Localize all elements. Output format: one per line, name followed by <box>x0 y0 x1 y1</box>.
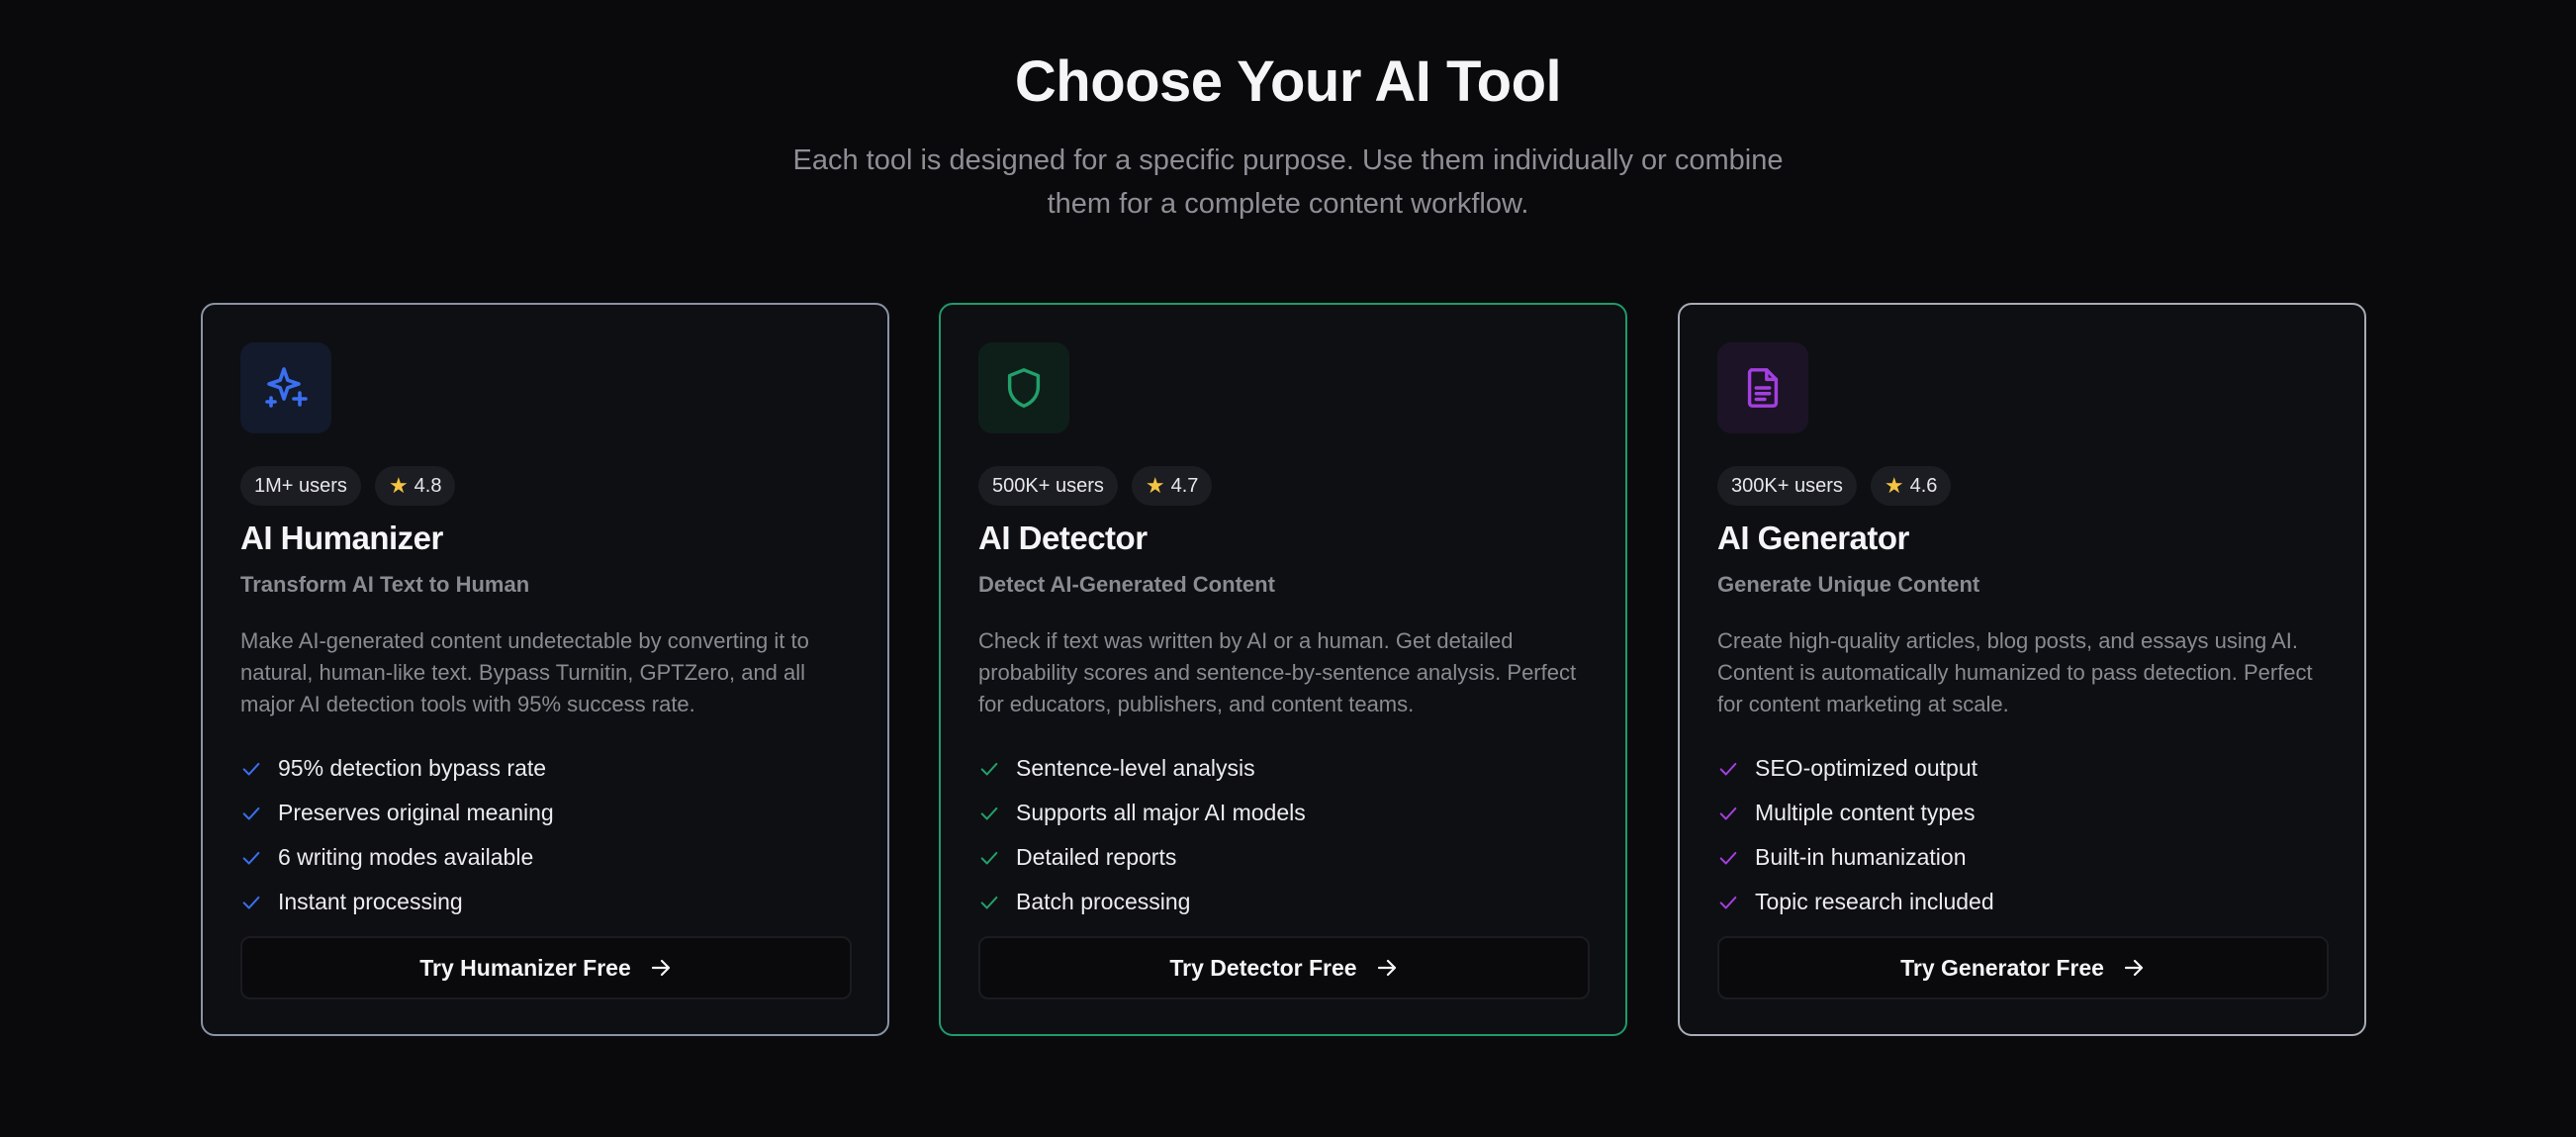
stats-badges: 1M+ users ★ 4.8 <box>240 466 456 506</box>
try-detector-button[interactable]: Try Detector Free <box>978 936 1590 999</box>
card-ai-detector: 500K+ users ★ 4.7 AI Detector Detect AI-… <box>939 303 1627 1036</box>
arrow-right-icon <box>1377 959 1396 977</box>
card-description: Create high-quality articles, blog posts… <box>1717 628 2313 716</box>
check-icon <box>1719 806 1737 820</box>
feature-item: Instant processing <box>240 880 554 924</box>
check-icon <box>242 762 260 776</box>
feature-label: Multiple content types <box>1755 800 1976 825</box>
page-title: Choose Your AI Tool <box>1014 49 1562 114</box>
star-icon: ★ <box>1145 473 1165 498</box>
card-title: AI Detector <box>978 520 1148 556</box>
card-subtitle: Generate Unique Content <box>1717 572 1980 597</box>
users-badge: 500K+ users <box>978 466 1118 506</box>
feature-item: Built-in humanization <box>1717 835 1994 880</box>
shield-icon-box <box>978 342 1069 433</box>
feature-list: 95% detection bypass rate Preserves orig… <box>240 746 554 924</box>
feature-label: Sentence-level analysis <box>1016 755 1255 781</box>
rating-value: 4.7 <box>1170 474 1199 497</box>
try-humanizer-button[interactable]: Try Humanizer Free <box>240 936 852 999</box>
feature-label: Instant processing <box>278 889 463 914</box>
document-icon-box <box>1717 342 1808 433</box>
card-title: AI Humanizer <box>240 520 443 556</box>
shield-icon <box>1007 368 1041 408</box>
check-icon <box>980 851 998 865</box>
arrow-right-icon <box>651 959 670 977</box>
card-subtitle: Detect AI-Generated Content <box>978 572 1275 597</box>
card-title: AI Generator <box>1717 520 1909 556</box>
feature-label: Preserves original meaning <box>278 800 554 825</box>
card-subtitle: Transform AI Text to Human <box>240 572 530 597</box>
feature-label: 95% detection bypass rate <box>278 755 547 781</box>
feature-item: Supports all major AI models <box>978 791 1306 835</box>
page-subtitle: Each tool is designed for a specific pur… <box>792 144 1784 220</box>
feature-list: SEO-optimized output Multiple content ty… <box>1717 746 1994 924</box>
feature-item: Preserves original meaning <box>240 791 554 835</box>
cta-label: Try Humanizer Free <box>419 954 631 981</box>
feature-item: Multiple content types <box>1717 791 1994 835</box>
feature-item: Batch processing <box>978 880 1306 924</box>
check-icon <box>1719 851 1737 865</box>
rating-value: 4.6 <box>1909 474 1938 497</box>
rating-value: 4.8 <box>414 474 442 497</box>
document-icon <box>1747 368 1779 408</box>
feature-label: Topic research included <box>1755 889 1994 914</box>
feature-item: Topic research included <box>1717 880 1994 924</box>
feature-item: Detailed reports <box>978 835 1306 880</box>
check-icon <box>1719 896 1737 909</box>
feature-label: Batch processing <box>1016 889 1191 914</box>
star-icon: ★ <box>388 473 409 498</box>
stats-badges: 500K+ users ★ 4.7 <box>978 466 1213 506</box>
feature-item: 6 writing modes available <box>240 835 554 880</box>
card-description: Make AI-generated content undetectable b… <box>240 628 809 716</box>
star-icon: ★ <box>1884 473 1904 498</box>
cta-label: Try Generator Free <box>1900 954 2104 981</box>
check-icon <box>980 806 998 820</box>
feature-item: SEO-optimized output <box>1717 746 1994 791</box>
cta-label: Try Detector Free <box>1169 954 1357 981</box>
sparkle-icon <box>265 367 308 408</box>
users-badge: 1M+ users <box>240 466 361 506</box>
try-generator-button[interactable]: Try Generator Free <box>1717 936 2329 999</box>
rating-badge: ★ 4.8 <box>374 466 456 506</box>
rating-badge: ★ 4.6 <box>1870 466 1952 506</box>
check-icon <box>242 806 260 820</box>
feature-list: Sentence-level analysis Supports all maj… <box>978 746 1306 924</box>
card-ai-generator: 300K+ users ★ 4.6 AI Generator Generate … <box>1678 303 2366 1036</box>
feature-item: 95% detection bypass rate <box>240 746 554 791</box>
feature-label: SEO-optimized output <box>1755 755 1978 781</box>
check-icon <box>1719 762 1737 776</box>
check-icon <box>980 896 998 909</box>
sparkle-icon-box <box>240 342 331 433</box>
check-icon <box>242 896 260 909</box>
arrow-right-icon <box>2124 959 2144 977</box>
users-badge: 300K+ users <box>1717 466 1857 506</box>
feature-label: 6 writing modes available <box>278 844 534 870</box>
feature-item: Sentence-level analysis <box>978 746 1306 791</box>
rating-badge: ★ 4.7 <box>1131 466 1213 506</box>
feature-label: Detailed reports <box>1016 844 1177 870</box>
feature-label: Built-in humanization <box>1755 844 1967 870</box>
check-icon <box>242 851 260 865</box>
card-ai-humanizer: 1M+ users ★ 4.8 AI Humanizer Transform A… <box>201 303 889 1036</box>
feature-label: Supports all major AI models <box>1016 800 1306 825</box>
stats-badges: 300K+ users ★ 4.6 <box>1717 466 1952 506</box>
card-description: Check if text was written by AI or a hum… <box>978 628 1577 716</box>
check-icon <box>980 762 998 776</box>
